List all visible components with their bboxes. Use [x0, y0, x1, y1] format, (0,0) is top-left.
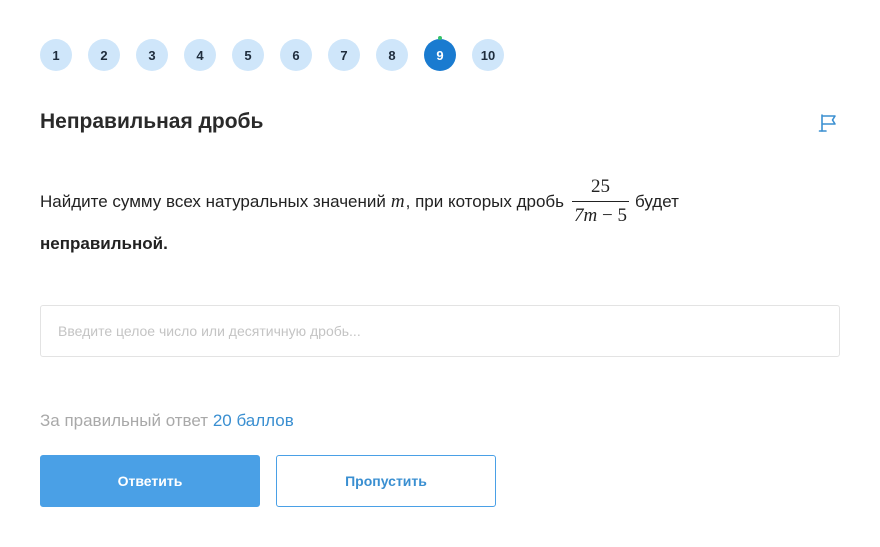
- variable-m: m: [390, 190, 405, 212]
- task-title: Неправильная дробь: [40, 110, 264, 133]
- step-9-current[interactable]: 9: [424, 36, 456, 71]
- submit-answer-button[interactable]: Ответить: [40, 455, 260, 507]
- flag-icon[interactable]: [818, 112, 840, 134]
- step-4[interactable]: 4: [184, 39, 216, 71]
- step-3[interactable]: 3: [136, 39, 168, 71]
- step-2[interactable]: 2: [88, 39, 120, 71]
- question-part-1: Найдите сумму всех натуральных значений: [40, 191, 386, 211]
- question-emphasis: неправильной.: [40, 234, 168, 253]
- fraction-denominator: 7m − 5: [572, 201, 629, 227]
- step-1[interactable]: 1: [40, 39, 72, 71]
- fraction-numerator: 25: [591, 176, 610, 197]
- step-7[interactable]: 7: [328, 39, 360, 71]
- reward-value: 20 баллов: [212, 411, 294, 430]
- task-steps-nav: 1 2 3 4 5 6 7 8 9 10: [40, 36, 504, 71]
- reward-info: За правильный ответ 20 баллов: [40, 411, 294, 431]
- step-10[interactable]: 10: [472, 39, 504, 71]
- answer-input[interactable]: [40, 305, 840, 357]
- reward-label: За правильный ответ: [40, 411, 209, 430]
- step-8[interactable]: 8: [376, 39, 408, 71]
- question-part-2: , при которых дробь: [405, 191, 565, 211]
- question-text: Найдите сумму всех натуральных значений …: [40, 176, 830, 263]
- question-part-3: будет: [634, 191, 679, 211]
- fraction: 25 7m − 5: [572, 176, 629, 227]
- skip-button[interactable]: Пропустить: [276, 455, 496, 507]
- step-6[interactable]: 6: [280, 39, 312, 71]
- step-5[interactable]: 5: [232, 39, 264, 71]
